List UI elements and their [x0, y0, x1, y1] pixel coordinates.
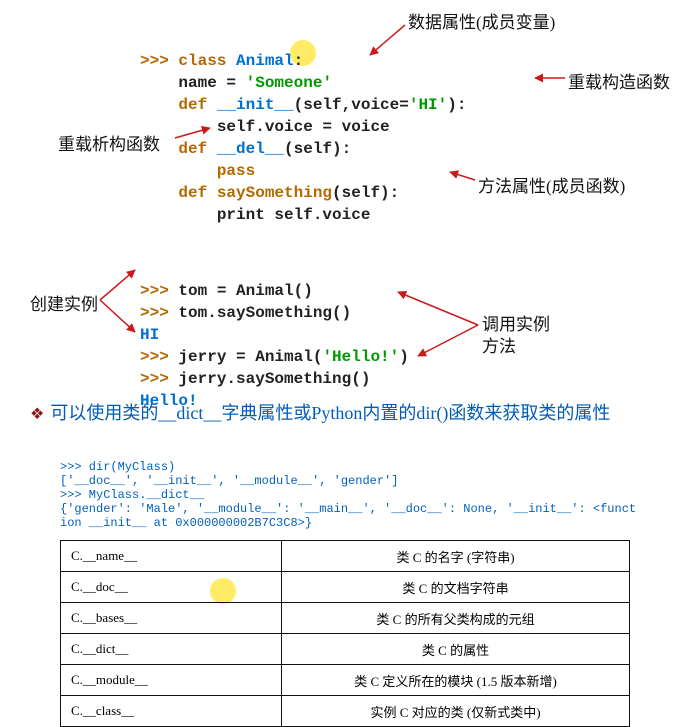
prompt-icon: >>> [140, 348, 178, 366]
class-attributes-table: C.__name__类 C 的名字 (字符串) C.__doc__类 C 的文档… [60, 540, 630, 727]
str-hello: 'Hello!' [322, 348, 399, 366]
bullet-text-a: 可以使用类的 [50, 403, 158, 423]
str-someone: 'Someone' [246, 74, 332, 92]
cell-doc-l: C.__doc__ [61, 572, 282, 603]
arrow-call-1 [398, 292, 478, 325]
prompt-icon: >>> [140, 304, 178, 322]
output-hi: HI [140, 326, 159, 344]
line-pass: pass [140, 162, 255, 180]
dir-line3: >>> MyClass.__dict__ [60, 488, 204, 502]
bullet-text-b: __dict__ [158, 403, 221, 423]
code-block-dir: >>> dir(MyClass) ['__doc__', '__init__',… [60, 460, 636, 530]
code-block-class: >>> class Animal: name = 'Someone' def _… [140, 28, 466, 226]
kw-def1: def [140, 96, 217, 114]
cell-dict-l: C.__dict__ [61, 634, 282, 665]
cell-module-l: C.__module__ [61, 665, 282, 696]
table-row: C.__module__类 C 定义所在的模块 (1.5 版本新增) [61, 665, 630, 696]
init-name: __init__ [217, 96, 294, 114]
line-jerry: jerry = Animal( [178, 348, 322, 366]
bullet-dict-dir: ❖ 可以使用类的__dict__字典属性或Python内置的dir()函数来获取类… [30, 400, 650, 428]
line-print: print self.voice [140, 206, 370, 224]
cell-module-r: 类 C 定义所在的模块 (1.5 版本新增) [282, 665, 630, 696]
prompt-icon: >>> [140, 52, 178, 70]
table-row: C.__bases__类 C 的所有父类构成的元组 [61, 603, 630, 634]
colon: : [294, 52, 304, 70]
annotation-constructor: 重载构造函数 [568, 68, 670, 93]
annotation-method-attribute: 方法属性(成员函数) [478, 172, 625, 197]
line-tom: tom = Animal() [178, 282, 312, 300]
prompt-icon: >>> [140, 370, 178, 388]
init-args: (self,voice= [294, 96, 409, 114]
dir-line5: ion __init__ at 0x000000002B7C3C8>} [60, 516, 312, 530]
fn-args: (self): [332, 184, 399, 202]
str-hi: 'HI' [409, 96, 447, 114]
annotation-create-instance: 创建实例 [30, 290, 98, 315]
slide: 数据属性(成员变量) 重载构造函数 重载析构函数 方法属性(成员函数) 创建实例… [0, 0, 693, 686]
arrow-create-2 [100, 300, 135, 332]
line-name: name = [140, 74, 246, 92]
cell-class-l: C.__class__ [61, 696, 282, 727]
bullet-text-c: 字典属性或Python内置的dir()函数来获取类的属性 [221, 403, 610, 423]
dir-line2: ['__doc__', '__init__', '__module__', 'g… [60, 474, 398, 488]
cell-bases-r: 类 C 的所有父类构成的元组 [282, 603, 630, 634]
code-block-instances: >>> tom = Animal() >>> tom.saySomething(… [140, 258, 409, 412]
bullet-icon: ❖ [30, 406, 44, 423]
classname: Animal [236, 52, 294, 70]
table-row: C.__class__实例 C 对应的类 (仅新式类中) [61, 696, 630, 727]
init-end: ): [447, 96, 466, 114]
arrow-create-1 [100, 270, 135, 300]
kw-class: class [178, 52, 236, 70]
annotation-call-method-2: 方法 [482, 332, 516, 357]
fn-say: saySomething [217, 184, 332, 202]
kw-def2: def [140, 140, 217, 158]
table-row: C.__dict__类 C 的属性 [61, 634, 630, 665]
cell-dict-r: 类 C 的属性 [282, 634, 630, 665]
prompt-icon: >>> [140, 282, 178, 300]
cell-doc-r: 类 C 的文档字符串 [282, 572, 630, 603]
line-assign: self.voice = voice [140, 118, 390, 136]
del-name: __del__ [217, 140, 284, 158]
paren-close: ) [399, 348, 409, 366]
table-row: C.__name__类 C 的名字 (字符串) [61, 541, 630, 572]
line-tom-say: tom.saySomething() [178, 304, 351, 322]
dir-line1: >>> dir(MyClass) [60, 460, 175, 474]
dir-line4: {'gender': 'Male', '__module__': '__main… [60, 502, 636, 516]
line-jerry-say: jerry.saySomething() [178, 370, 370, 388]
cell-class-r: 实例 C 对应的类 (仅新式类中) [282, 696, 630, 727]
arrow-call-2 [418, 325, 478, 356]
cell-name-r: 类 C 的名字 (字符串) [282, 541, 630, 572]
table-row: C.__doc__类 C 的文档字符串 [61, 572, 630, 603]
del-args: (self): [284, 140, 351, 158]
cell-name-l: C.__name__ [61, 541, 282, 572]
kw-def3: def [140, 184, 217, 202]
cell-bases-l: C.__bases__ [61, 603, 282, 634]
